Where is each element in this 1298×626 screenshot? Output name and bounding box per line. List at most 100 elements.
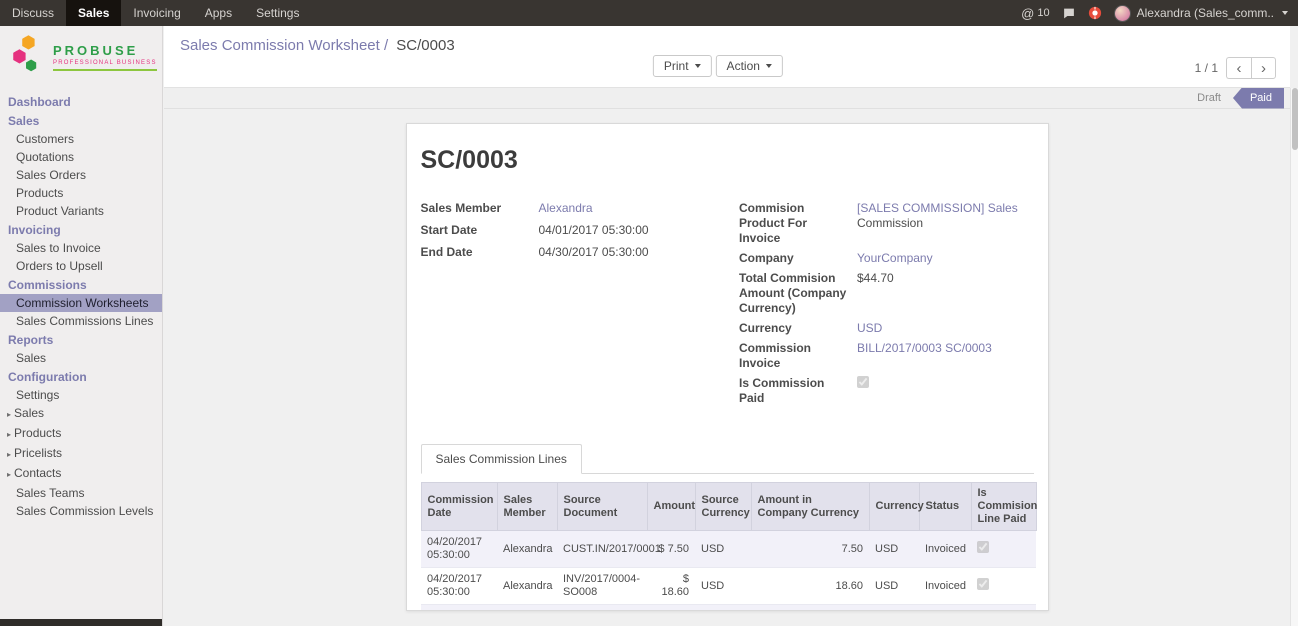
sidebar-item-config-settings[interactable]: Settings [0,386,162,404]
scrollbar-thumb[interactable] [1292,88,1298,150]
field-label: Sales Member [421,201,539,216]
control-buttons: Print Action [653,55,783,77]
header-sales-member: Sales Member [497,483,557,531]
cell-amount: $ 18.60 [647,568,695,605]
scrollbar[interactable] [1290,88,1298,626]
activity-menu[interactable]: @ 10 [1021,6,1049,21]
logo-hexagon-icon: ⬢⬢⬢ [12,34,48,80]
sidebar-item-sales-teams[interactable]: Sales Teams [0,484,162,502]
header-commission-date: Commission Date [421,483,497,531]
activity-count: 10 [1037,7,1049,19]
action-button-label: Action [727,59,760,73]
status-stage-paid[interactable]: Paid [1233,88,1284,109]
table-row[interactable]: 04/20/2017 10:35:53 Alexandra SO008 $ 18… [421,605,1036,612]
sidebar-item-customers[interactable]: Customers [0,130,162,148]
cell-source-document: SO008 [557,605,647,612]
sidebar-item-config-pricelists[interactable]: ▸Pricelists [0,444,162,464]
sidebar-item-reports-sales[interactable]: Sales [0,349,162,367]
control-panel: Sales Commission Worksheet / SC/0003 Pri… [164,26,1290,88]
field-total-commission-amount: Total Commision Amount (Company Currency… [739,271,1034,316]
sidebar-item-product-variants[interactable]: Product Variants [0,202,162,220]
sidebar-section-reports[interactable]: Reports [0,330,162,349]
sidebar-section-configuration[interactable]: Configuration [0,367,162,386]
sales-member-link[interactable]: Alexandra [539,201,593,215]
chevron-down-icon [766,64,772,68]
sidebar-bottom-strip [0,619,163,626]
sidebar-item-commission-worksheets[interactable]: Commission Worksheets [0,294,162,312]
sidebar-item-config-products[interactable]: ▸Products [0,424,162,444]
field-label: Total Commision Amount (Company Currency… [739,271,857,316]
cell-currency: USD [869,568,919,605]
pager-previous-button[interactable]: ‹ [1226,57,1251,79]
notebook-tabs: Sales Commission Lines [421,443,1034,474]
status-stage-draft[interactable]: Draft [1185,88,1233,109]
currency-link[interactable]: USD [857,321,882,335]
breadcrumb-current: SC/0003 [396,37,454,54]
print-button[interactable]: Print [653,55,712,77]
expand-arrow-icon: ▸ [7,430,11,439]
menu-settings[interactable]: Settings [244,0,311,26]
field-label: Company [739,251,857,266]
sidebar-item-dashboard[interactable]: Dashboard [0,92,162,111]
tab-sales-commission-lines[interactable]: Sales Commission Lines [421,444,582,474]
print-button-label: Print [664,59,689,73]
logo[interactable]: ⬢⬢⬢ PROBUSE PROFESSIONAL BUSINESS [0,26,162,88]
sidebar-item-config-contacts[interactable]: ▸Contacts [0,464,162,484]
topbar-right: @ 10 Alexandra (Sales_comm.. [1021,0,1298,26]
field-commission-invoice: Commission Invoice BILL/2017/0003 SC/000… [739,341,1034,371]
logo-tagline: PROFESSIONAL BUSINESS [53,60,157,66]
sidebar-section-commissions[interactable]: Commissions [0,275,162,294]
pager-next-button[interactable]: › [1251,57,1276,79]
menu-sales[interactable]: Sales [66,0,121,26]
breadcrumb-parent-link[interactable]: Sales Commission Worksheet / [180,37,388,54]
sidebar-item-sales-to-invoice[interactable]: Sales to Invoice [0,239,162,257]
main-content: Sales Commission Worksheet / SC/0003 Pri… [164,26,1290,626]
sidebar-item-products[interactable]: Products [0,184,162,202]
cell-commission-date: 04/20/2017 05:30:00 [421,568,497,605]
field-label: Is Commission Paid [739,376,857,406]
commission-lines-table: Commission Date Sales Member Source Docu… [421,482,1037,611]
field-commission-product: Commision Product For Invoice [SALES COM… [739,201,1034,246]
commission-product-link[interactable]: [SALES COMMISSION] Sales [857,201,1018,215]
menu-apps[interactable]: Apps [193,0,244,26]
company-link[interactable]: YourCompany [857,251,933,265]
field-label: End Date [421,245,539,260]
header-amount: Amount [647,483,695,531]
header-is-commission-line-paid: Is Commision Line Paid [971,483,1036,531]
cell-commission-date: 04/20/2017 10:35:53 [421,605,497,612]
chevron-down-icon [1282,11,1288,15]
cell-source-currency: USD [695,605,751,612]
sidebar-nav: Dashboard Sales Customers Quotations Sal… [0,88,162,520]
form-view-body: SC/0003 Sales Member Alexandra Start Dat… [164,109,1290,626]
field-group-left: Sales Member Alexandra Start Date 04/01/… [421,201,728,411]
commission-invoice-link[interactable]: BILL/2017/0003 SC/0003 [857,341,992,355]
menu-invoicing[interactable]: Invoicing [121,0,192,26]
support-icon[interactable] [1088,6,1102,20]
header-source-currency: Source Currency [695,483,751,531]
user-menu[interactable]: Alexandra (Sales_comm.. [1114,5,1288,22]
breadcrumb: Sales Commission Worksheet / SC/0003 [180,37,455,54]
sidebar-section-invoicing[interactable]: Invoicing [0,220,162,239]
user-name: Alexandra (Sales_comm.. [1137,6,1274,20]
cell-sales-member: Alexandra [497,605,557,612]
table-row[interactable]: 04/20/2017 05:30:00 Alexandra INV/2017/0… [421,568,1036,605]
sidebar-item-orders-to-upsell[interactable]: Orders to Upsell [0,257,162,275]
menu-discuss[interactable]: Discuss [0,0,66,26]
sidebar-item-config-sales[interactable]: ▸Sales [0,404,162,424]
commission-product-line2: Commission [857,216,1034,231]
cell-source-document: INV/2017/0004-SO008 [557,568,647,605]
end-date-value: 04/30/2017 05:30:00 [539,245,728,260]
table-row[interactable]: 04/20/2017 05:30:00 Alexandra CUST.IN/20… [421,531,1036,568]
sidebar-item-sales-orders[interactable]: Sales Orders [0,166,162,184]
messages-icon[interactable] [1062,7,1076,20]
expand-arrow-icon: ▸ [7,470,11,479]
sidebar-section-sales[interactable]: Sales [0,111,162,130]
field-end-date: End Date 04/30/2017 05:30:00 [421,245,728,260]
sidebar-item-quotations[interactable]: Quotations [0,148,162,166]
cell-commission-date: 04/20/2017 05:30:00 [421,531,497,568]
field-label: Currency [739,321,857,336]
field-is-commission-paid: Is Commission Paid [739,376,1034,406]
sidebar-item-sales-commissions-lines[interactable]: Sales Commissions Lines [0,312,162,330]
action-button[interactable]: Action [716,55,783,77]
sidebar-item-sales-commission-levels[interactable]: Sales Commission Levels [0,502,162,520]
